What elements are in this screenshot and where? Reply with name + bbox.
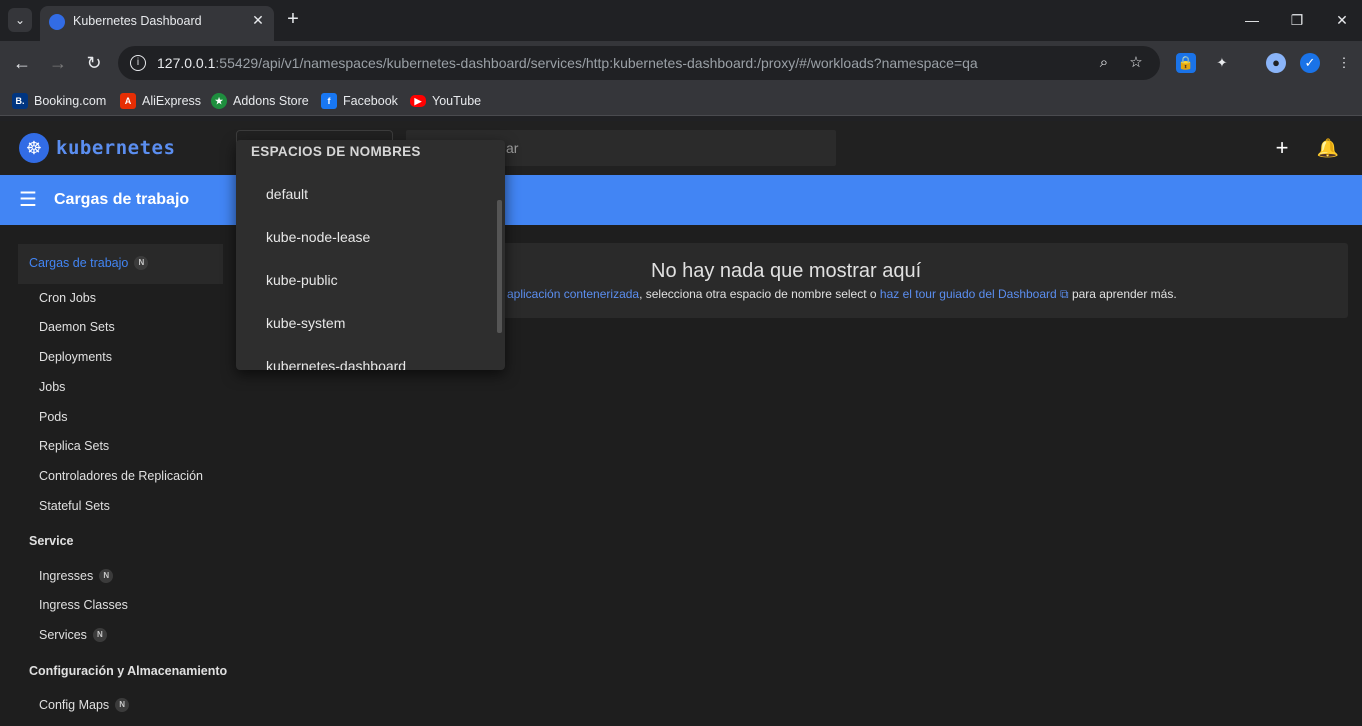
sidebar-item-replica-sets[interactable]: Replica Sets [39,439,109,453]
bookmark-booking[interactable]: B. Booking.com [12,92,106,110]
sidebar-item-config-maps[interactable]: Config Maps N [39,698,130,712]
namespace-dropdown: ESPACIOS DE NOMBRES default kube-node-le… [236,140,505,370]
empty-state-text: , selecciona otra espacio de nombre sele… [639,287,880,301]
namespace-option-kube-system[interactable]: kube-system [266,315,345,331]
app-header: ☸ kubernetes ar + 🔔 [0,121,1362,175]
kubernetes-logo-icon[interactable]: ☸ [19,133,49,163]
tab-search-chevron-icon[interactable]: ⌄ [8,8,32,32]
notifications-bell-icon[interactable]: 🔔 [1315,135,1341,161]
site-info-icon[interactable]: i [130,55,146,71]
namespace-option-kubernetes-dashboard[interactable]: kubernetes-dashboard [266,358,406,370]
sidebar-item-label: Config Maps [39,698,110,712]
addons-store-icon: ★ [211,93,227,109]
maximize-icon[interactable]: ❐ [1285,8,1309,32]
bookmark-star-icon[interactable]: ☆ [1126,53,1146,73]
tab-title: Kubernetes Dashboard [73,14,202,28]
sidebar-group-config-storage[interactable]: Configuración y Almacenamiento [29,664,227,678]
empty-state-text-tail: para aprender más. [1068,287,1177,301]
bookmark-youtube[interactable]: ▶ YouTube [410,92,481,110]
sidebar-item-replication-controllers[interactable]: Controladores de Replicación [39,469,203,483]
menu-kebab-icon[interactable]: ⋮ [1334,53,1354,73]
dropdown-scrollbar[interactable] [497,200,502,333]
sidebar-item-jobs[interactable]: Jobs [39,380,65,394]
facebook-icon: f [321,93,337,109]
sidebar-item-label: Ingress Classes [39,598,128,612]
reload-icon[interactable]: ↻ [82,51,106,75]
bookmark-addons-store[interactable]: ★ Addons Store [211,92,309,110]
youtube-icon: ▶ [410,95,426,107]
sidebar-item-cargas-de-trabajo[interactable]: Cargas de trabajo N [29,256,149,270]
close-window-icon[interactable]: ✕ [1330,8,1354,32]
namespace-option-kube-public[interactable]: kube-public [266,272,338,288]
password-manager-icon[interactable]: 🔒 [1176,53,1196,73]
sidebar-item-stateful-sets[interactable]: Stateful Sets [39,499,110,513]
page-title: Cargas de trabajo [54,191,190,208]
create-plus-icon[interactable]: + [1269,135,1295,161]
tab-close-icon[interactable]: ✕ [249,11,267,29]
sidebar-item-pods[interactable]: Pods [39,410,68,424]
sidebar-item-deployments[interactable]: Deployments [39,350,112,364]
external-link-icon: ⧉ [1060,287,1069,301]
new-badge: N [99,569,114,583]
empty-state-title: No hay nada que mostrar aquí [651,260,922,282]
sidebar-item-label: Ingresses [39,569,94,583]
browser-tab-bar: ⌄ Kubernetes Dashboard ✕ + — ❐ ✕ [0,0,1362,41]
minimize-icon[interactable]: — [1240,8,1264,32]
new-badge: N [134,256,149,270]
sidebar-item-daemon-sets[interactable]: Daemon Sets [39,320,115,334]
sidebar-group-service[interactable]: Service [29,534,73,548]
namespace-option-kube-node-lease[interactable]: kube-node-lease [266,229,370,245]
browser-toolbar: ← → ↻ i 127.0.0.1:55429/api/v1/namespace… [0,41,1362,85]
profile-avatar-icon[interactable]: ● [1266,53,1286,73]
address-bar[interactable]: i 127.0.0.1:55429/api/v1/namespaces/kube… [118,46,1160,80]
page-toolbar: ☰ Cargas de trabajo [0,175,1362,225]
kubernetes-dashboard: ☸ kubernetes ar + 🔔 ☰ Cargas de trabajo … [0,121,1362,726]
back-arrow-icon[interactable]: ← [10,51,34,75]
hamburger-menu-icon[interactable]: ☰ [19,190,39,210]
namespace-dropdown-header: ESPACIOS DE NOMBRES [251,144,421,159]
browser-tab[interactable]: Kubernetes Dashboard ✕ [40,6,274,41]
sidebar-item-cron-jobs[interactable]: Cron Jobs [39,291,96,305]
shield-check-icon[interactable]: ✓ [1300,53,1320,73]
empty-state-description: aplicación contenerizada, selecciona otr… [507,287,1177,302]
kubernetes-favicon-icon [49,14,65,30]
namespace-option-default[interactable]: default [266,186,308,202]
url-text[interactable]: 127.0.0.1:55429/api/v1/namespaces/kubern… [157,55,978,71]
search-placeholder: ar [506,140,519,156]
booking-icon: B. [12,93,28,109]
bookmarks-bar: B. Booking.com A AliExpress ★ Addons Store … [0,85,1362,116]
containerized-app-link[interactable]: aplicación contenerizada [507,287,639,301]
bookmark-facebook[interactable]: f Facebook [321,92,398,110]
dashboard-tour-link[interactable]: haz el tour guiado del Dashboard ⧉ [880,287,1069,301]
sidebar-item-ingress-classes[interactable]: Ingress Classes [39,598,128,612]
sidebar-item-label: Cargas de trabajo [29,256,129,270]
sidebar-item-ingresses[interactable]: Ingresses N [39,569,114,583]
sidebar-item-services[interactable]: Services N [39,628,107,642]
aliexpress-icon: A [120,93,136,109]
zoom-icon[interactable]: ⌕ [1094,53,1114,73]
forward-arrow-icon[interactable]: → [46,51,70,75]
new-badge: N [115,698,130,712]
extensions-puzzle-icon[interactable]: ✦ [1212,53,1232,73]
sidebar-item-label: Services [39,628,87,642]
new-tab-plus-icon[interactable]: + [282,8,304,30]
new-badge: N [92,628,107,642]
logo-text[interactable]: kubernetes [56,137,175,159]
bookmark-aliexpress[interactable]: A AliExpress [120,92,201,110]
